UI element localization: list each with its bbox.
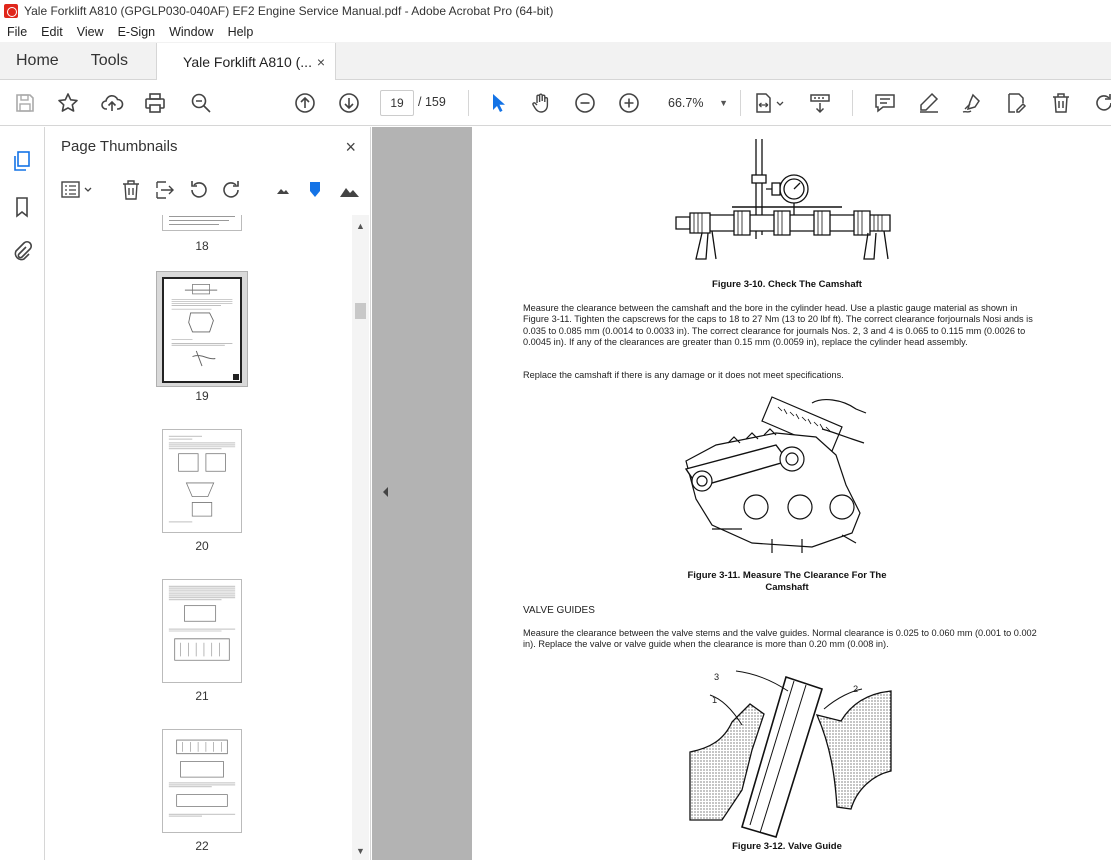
comment-icon[interactable] — [873, 91, 897, 115]
figure-3-10-caption: Figure 3-10. Check The Camshaft — [712, 279, 862, 290]
paragraph-replace-camshaft: Replace the camshaft if there is any dam… — [523, 370, 844, 380]
zoom-level-dropdown[interactable]: 66.7% ▼ — [662, 91, 732, 115]
tab-bar: Home Tools Yale Forklift A810 (... × — [0, 42, 1111, 80]
menu-file[interactable]: File — [0, 25, 34, 39]
main-toolbar: 19 / 159 66.7% ▼ — [0, 80, 1111, 126]
page-number-input[interactable]: 19 — [380, 90, 414, 116]
figure-cylinder-head-clearance — [684, 396, 867, 553]
menu-bar: File Edit View E-Sign Window Help — [0, 22, 1111, 42]
rotate-icon[interactable] — [1092, 91, 1111, 115]
zoom-in-icon[interactable] — [617, 91, 641, 115]
thumbnail-page-19[interactable] — [162, 277, 242, 383]
menu-window[interactable]: Window — [162, 25, 220, 39]
page-thumbnails-panel: Page Thumbnails × 18 19 20 21 22 ▲ ▼ — [46, 127, 371, 860]
thumbnail-options-icon[interactable] — [60, 179, 96, 201]
thumbnail-large-icon[interactable] — [337, 179, 359, 201]
figure-3-12-caption: Figure 3-12. Valve Guide — [732, 841, 842, 852]
tab-tools[interactable]: Tools — [75, 42, 144, 79]
search-zoom-icon[interactable] — [189, 91, 213, 115]
document-tab-label: Yale Forklift A810 (... — [183, 53, 312, 70]
thumbnail-small-icon[interactable] — [272, 179, 294, 201]
print-icon[interactable] — [143, 91, 167, 115]
page-thumbnails-icon[interactable] — [10, 149, 34, 173]
acrobat-window: Yale Forklift A810 (GPGLP030-040AF) EF2 … — [0, 0, 1111, 860]
hand-tool-icon[interactable] — [529, 91, 553, 115]
figure-3-12-label-1: 1 — [712, 695, 718, 705]
paragraph-camshaft-clearance: Measure the clearance between the camsha… — [523, 303, 1033, 347]
chevron-down-icon: ▼ — [719, 98, 728, 108]
thumbnail-list: 18 19 20 21 22 — [46, 215, 352, 860]
thumbnail-label: 20 — [195, 539, 209, 553]
thumbnail-scrollbar[interactable]: ▲ ▼ — [352, 215, 369, 860]
acrobat-logo-icon — [4, 4, 18, 18]
thumbnail-page-22[interactable] — [162, 729, 242, 833]
extract-page-icon[interactable] — [154, 179, 176, 201]
menu-view[interactable]: View — [70, 25, 111, 39]
bookmarks-icon[interactable] — [10, 195, 34, 219]
section-heading-valve-guides: VALVE GUIDES — [523, 605, 595, 616]
menu-edit[interactable]: Edit — [34, 25, 70, 39]
scrollbar-thumb[interactable] — [355, 303, 366, 319]
thumbnail-page-18[interactable] — [162, 215, 242, 231]
upload-cloud-icon[interactable] — [100, 91, 124, 115]
attachments-paperclip-icon[interactable] — [10, 240, 34, 264]
figure-3-11-caption-line2: Camshaft — [765, 582, 809, 593]
close-panel-icon[interactable]: × — [345, 137, 356, 158]
scroll-mode-icon[interactable] — [808, 91, 832, 115]
highlight-pen-icon[interactable] — [917, 91, 941, 115]
select-cursor-icon[interactable] — [486, 91, 510, 115]
figure-3-11-caption: Figure 3-11. Measure The Clearance For T… — [662, 570, 912, 594]
paragraph-valve-guide-clearance: Measure the clearance between the valve … — [523, 628, 1037, 650]
panel-toolbar — [46, 173, 371, 209]
tab-home[interactable]: Home — [0, 42, 75, 79]
bookmark-star-icon[interactable] — [56, 91, 80, 115]
zoom-level-value: 66.7% — [668, 96, 704, 110]
figure-3-12-label-3: 3 — [714, 672, 720, 682]
panel-title: Page Thumbnails — [61, 138, 178, 155]
figure-3-11-caption-line1: Figure 3-11. Measure The Clearance For T… — [687, 570, 887, 581]
delete-icon[interactable] — [1049, 91, 1073, 115]
page-total: / 159 — [418, 95, 446, 109]
thumbnail-label: 22 — [195, 839, 209, 853]
thumbnail-corner-handle — [233, 374, 239, 380]
figure-camshaft-dial-gauge — [675, 139, 891, 260]
delete-page-icon[interactable] — [120, 179, 142, 201]
thumbnail-page-20[interactable] — [162, 429, 242, 533]
window-title: Yale Forklift A810 (GPGLP030-040AF) EF2 … — [24, 4, 554, 18]
scroll-down-icon[interactable]: ▼ — [356, 846, 365, 856]
save-icon[interactable] — [13, 91, 37, 115]
zoom-out-icon[interactable] — [573, 91, 597, 115]
pdf-page: Figure 3-10. Check The Camshaft Measure … — [472, 127, 1111, 860]
collapse-panel-icon[interactable] — [380, 485, 390, 499]
close-tab-icon[interactable]: × — [317, 54, 325, 70]
toolbar-divider — [852, 90, 853, 116]
rotate-clockwise-icon[interactable] — [221, 179, 243, 201]
sign-pen-icon[interactable] — [960, 91, 984, 115]
scroll-up-icon[interactable]: ▲ — [356, 221, 365, 231]
edit-pdf-icon[interactable] — [1004, 91, 1028, 115]
rotate-counterclockwise-icon[interactable] — [187, 179, 209, 201]
previous-page-icon[interactable] — [293, 91, 317, 115]
thumbnail-label: 18 — [195, 239, 209, 253]
thumbnail-page-21[interactable] — [162, 579, 242, 683]
thumbnail-label: 21 — [195, 689, 209, 703]
figure-3-12-label-2: 2 — [853, 684, 859, 694]
tab-document[interactable]: Yale Forklift A810 (... × — [156, 43, 337, 80]
menu-esign[interactable]: E-Sign — [111, 25, 163, 39]
toolbar-divider — [740, 90, 741, 116]
title-bar: Yale Forklift A810 (GPGLP030-040AF) EF2 … — [0, 0, 1111, 22]
figure-valve-guide — [689, 670, 892, 838]
fit-page-icon[interactable] — [754, 91, 788, 115]
thumbnail-label: 19 — [195, 389, 209, 403]
left-rail — [0, 127, 45, 860]
thumbnail-size-slider[interactable] — [304, 179, 326, 201]
menu-help[interactable]: Help — [221, 25, 261, 39]
next-page-icon[interactable] — [337, 91, 361, 115]
toolbar-divider — [468, 90, 469, 116]
